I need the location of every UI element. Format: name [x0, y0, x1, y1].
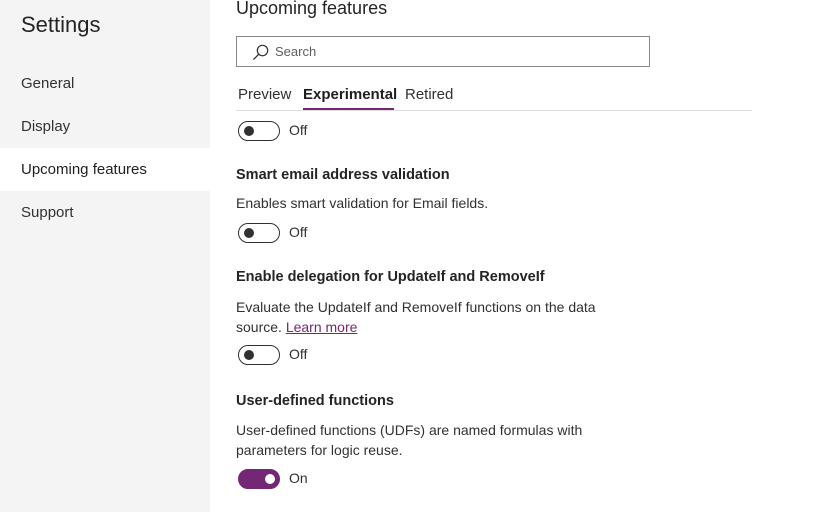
search-input[interactable]	[275, 37, 635, 66]
feature-description: User-defined functions (UDFs) are named …	[236, 422, 583, 458]
feature-title: User-defined functions	[236, 393, 394, 409]
toggle-state-label: On	[289, 470, 308, 486]
learn-more-link[interactable]: Learn more	[286, 319, 358, 335]
sidebar-item-general[interactable]: General	[0, 62, 210, 105]
tab-retired[interactable]: Retired	[405, 86, 453, 103]
feature-title: Enable delegation for UpdateIf and Remov…	[236, 269, 545, 285]
toggle-state-label: Off	[289, 224, 308, 240]
feature-title: Smart email address validation	[236, 167, 450, 183]
main-panel: Upcoming features Preview Experimental R…	[236, 0, 796, 512]
search-icon	[253, 44, 269, 60]
user-defined-functions-toggle[interactable]	[238, 469, 280, 489]
feature-description: Enables smart validation for Email field…	[236, 195, 489, 211]
toggle-knob	[244, 350, 254, 360]
sidebar: Settings General Display Upcoming featur…	[0, 0, 210, 512]
sidebar-title: Settings	[21, 12, 101, 37]
sidebar-item-support[interactable]: Support	[0, 191, 210, 234]
search-box[interactable]	[236, 36, 650, 67]
page-title: Upcoming features	[236, 0, 388, 18]
feature-toggle[interactable]	[238, 121, 280, 141]
smart-email-validation-toggle[interactable]	[238, 223, 280, 243]
feature-description: Evaluate the UpdateIf and RemoveIf funct…	[236, 297, 636, 337]
sidebar-item-display[interactable]: Display	[0, 105, 210, 148]
toggle-state-label: Off	[289, 346, 308, 362]
toggle-knob	[244, 228, 254, 238]
tab-preview[interactable]: Preview	[238, 86, 291, 103]
settings-window: Settings General Display Upcoming featur…	[0, 0, 820, 512]
toggle-knob	[244, 126, 254, 136]
sidebar-item-upcoming-features[interactable]: Upcoming features	[0, 148, 210, 191]
tab-experimental[interactable]: Experimental	[303, 86, 397, 103]
toggle-knob	[265, 474, 275, 484]
tabs-divider	[236, 110, 752, 111]
toggle-state-label: Off	[289, 122, 308, 138]
delegation-updateif-removeif-toggle[interactable]	[238, 345, 280, 365]
